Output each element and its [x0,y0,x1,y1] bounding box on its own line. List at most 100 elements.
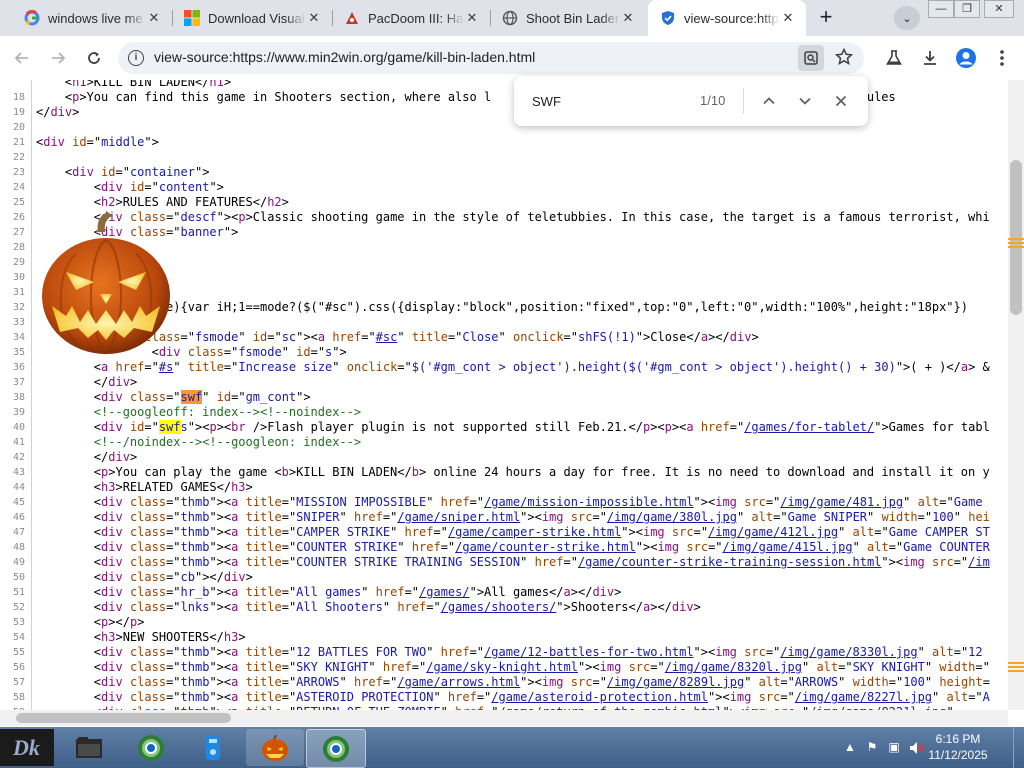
source-code-text[interactable]: </div> [36,450,137,465]
source-code-text[interactable]: <div class="hr_b"><a title="All games" h… [36,585,622,600]
close-icon[interactable]: ✕ [464,10,480,26]
new-tab-button[interactable]: + [814,6,838,30]
show-desktop-button[interactable] [1013,727,1024,768]
tab-label: Download Visual [208,10,305,26]
source-code-text[interactable]: <h3>NEW SHOOTERS</h3> [36,630,246,645]
tab-pacdoom[interactable]: PacDoom III: Hal ✕ [332,0,490,36]
source-line: 48 <div class="thmb"><a title="COUNTER S… [0,540,1008,555]
tray-overflow-icon[interactable]: ▲ [842,740,858,756]
line-number: 31 [12,287,25,298]
line-number: 22 [12,152,25,163]
source-code-text[interactable]: <!--googleoff: index--><!--noindex--> [36,405,361,420]
folder-icon[interactable] [60,729,118,766]
menu-kebab-icon[interactable] [990,46,1014,70]
bookmark-star-icon[interactable] [832,45,856,69]
address-bar[interactable]: i view-source:https://www.min2win.org/ga… [118,42,864,74]
action-center-flag-icon[interactable]: ⚑ [864,740,880,756]
window-close-button[interactable]: ✕ [984,0,1014,18]
tab-shoot-bin-laden[interactable]: Shoot Bin Laden ✕ [490,0,646,36]
start-orb-icon[interactable]: Dk [0,729,54,766]
source-code-text[interactable]: <h2>RULES AND FEATURES</h2> [36,195,289,210]
source-code-text[interactable]: </div> [36,375,137,390]
line-number: 54 [12,632,25,643]
tab-search-button[interactable]: ⌄ [894,6,920,30]
find-bar: 1/10 [514,76,868,126]
network-icon[interactable]: ▣ [886,740,902,756]
system-clock[interactable]: 6:16 PM 11/12/2025 [928,731,988,763]
source-code-text[interactable]: </div> [36,105,79,120]
source-code-text[interactable]: <div class="thmb"><a title="SKY KNIGHT" … [36,660,990,675]
source-code-text[interactable]: <div class="thmb"><a title="ASTEROID PRO… [36,690,990,705]
source-line: 41 <!--/noindex--><!--googleon: index--> [0,435,1008,450]
pumpkin-icon[interactable] [246,729,304,766]
source-line: 43 <p>You can play the game <b>KILL BIN … [0,465,1008,480]
source-view[interactable]: <h1>KILL BIN LADEN</h1> 18 <p>You can fin… [0,80,1008,710]
close-icon[interactable]: ✕ [620,10,636,26]
source-code-text[interactable]: <div class="thmb"><a title="ARROWS" href… [36,675,990,690]
close-icon[interactable]: ✕ [146,10,162,26]
close-icon[interactable]: ✕ [780,10,796,26]
horizontal-scrollbar-thumb[interactable] [16,713,231,723]
url-text[interactable]: view-source:https://www.min2win.org/game… [154,49,535,65]
source-code-text[interactable]: <div class="swf" id="gm_cont"> [36,390,311,405]
info-icon[interactable]: i [128,50,144,66]
restore-button[interactable]: ❐ [954,0,980,18]
forward-icon[interactable] [46,46,70,70]
line-number: 32 [12,302,25,313]
line-number: 30 [12,272,25,283]
find-previous-button[interactable] [757,89,781,113]
source-code-text[interactable]: <a href="#s" title="Increase size" oncli… [36,360,990,375]
source-code-text[interactable]: <div id="swfs"><p><br />Flash player plu… [36,420,990,435]
source-line: 37 </div> [0,375,1008,390]
labs-flask-icon[interactable] [882,46,906,70]
source-code-text[interactable]: <div class="thmb"><a title="12 BATTLES F… [36,645,983,660]
line-number: 46 [12,512,25,523]
line-number: 53 [12,617,25,628]
horizontal-scrollbar[interactable] [0,710,1008,726]
line-number: 57 [12,677,25,688]
tab-download-visual[interactable]: Download Visual ✕ [172,0,332,36]
find-input[interactable] [530,90,684,112]
source-code-text[interactable]: <h1>KILL BIN LADEN</h1> [36,80,231,90]
tab-windows-live[interactable]: windows live me ✕ [12,0,172,36]
source-line: 38 <div class="swf" id="gm_cont"> [0,390,1008,405]
tab-view-source[interactable]: view-source:http ✕ [648,0,806,36]
volume-muted-icon[interactable] [908,740,924,756]
source-code-text[interactable]: <div id="middle"> [36,135,159,150]
source-code-text[interactable]: <div class="thmb"><a title="COUNTER STRI… [36,540,990,555]
reload-icon[interactable] [82,46,106,70]
source-code-text[interactable]: <div id="container"> [36,165,210,180]
source-code-text[interactable]: <!--/noindex--><!--googleon: index--> [36,435,361,450]
source-code-text[interactable]: <p>You can play the game <b>KILL BIN LAD… [36,465,990,480]
source-code-text[interactable]: <div class="thmb"><a title="SNIPER" href… [36,510,990,525]
line-number: 55 [12,647,25,658]
profile-avatar-icon[interactable] [954,46,978,70]
chrome-active-icon[interactable] [306,729,366,768]
source-code-text[interactable]: <div class="thmb"><a title="MISSION IMPO… [36,495,983,510]
source-code-text[interactable]: <h3>RELATED GAMES</h3> [36,480,253,495]
source-code-text[interactable]: <div class="descf"><p>Classic shooting g… [36,210,990,225]
source-line: 24 <div id="content"> [0,180,1008,195]
close-icon[interactable]: ✕ [306,10,322,26]
chevron-down-icon: ⌄ [902,12,912,25]
source-code-text[interactable]: <div class="thmb"><a title="CAMPER STRIK… [36,525,990,540]
page-search-icon[interactable] [798,45,824,71]
source-code-text[interactable]: <div class="thmb"><a title="COUNTER STRI… [36,555,990,570]
vertical-scrollbar[interactable] [1008,80,1024,710]
source-code-text[interactable]: <div class="lnks"><a title="All Shooters… [36,600,701,615]
source-code-text[interactable]: <div class="cb"></div> [36,570,253,585]
chrome-icon[interactable] [122,729,180,766]
pumpkin-overlay-image[interactable] [36,210,176,360]
source-line: 44 <h3>RELATED GAMES</h3> [0,480,1008,495]
source-code-text[interactable]: <p></p> [36,615,145,630]
download-icon[interactable] [918,46,942,70]
find-next-button[interactable] [793,89,817,113]
find-close-button[interactable] [829,89,853,113]
minimize-button[interactable]: — [928,0,954,18]
source-code-text[interactable]: <div id="content"> [36,180,224,195]
back-icon[interactable] [10,46,34,70]
line-number: 33 [12,317,25,328]
line-number: 28 [12,242,25,253]
line-number: 20 [12,122,25,133]
app-icon[interactable] [184,729,242,766]
